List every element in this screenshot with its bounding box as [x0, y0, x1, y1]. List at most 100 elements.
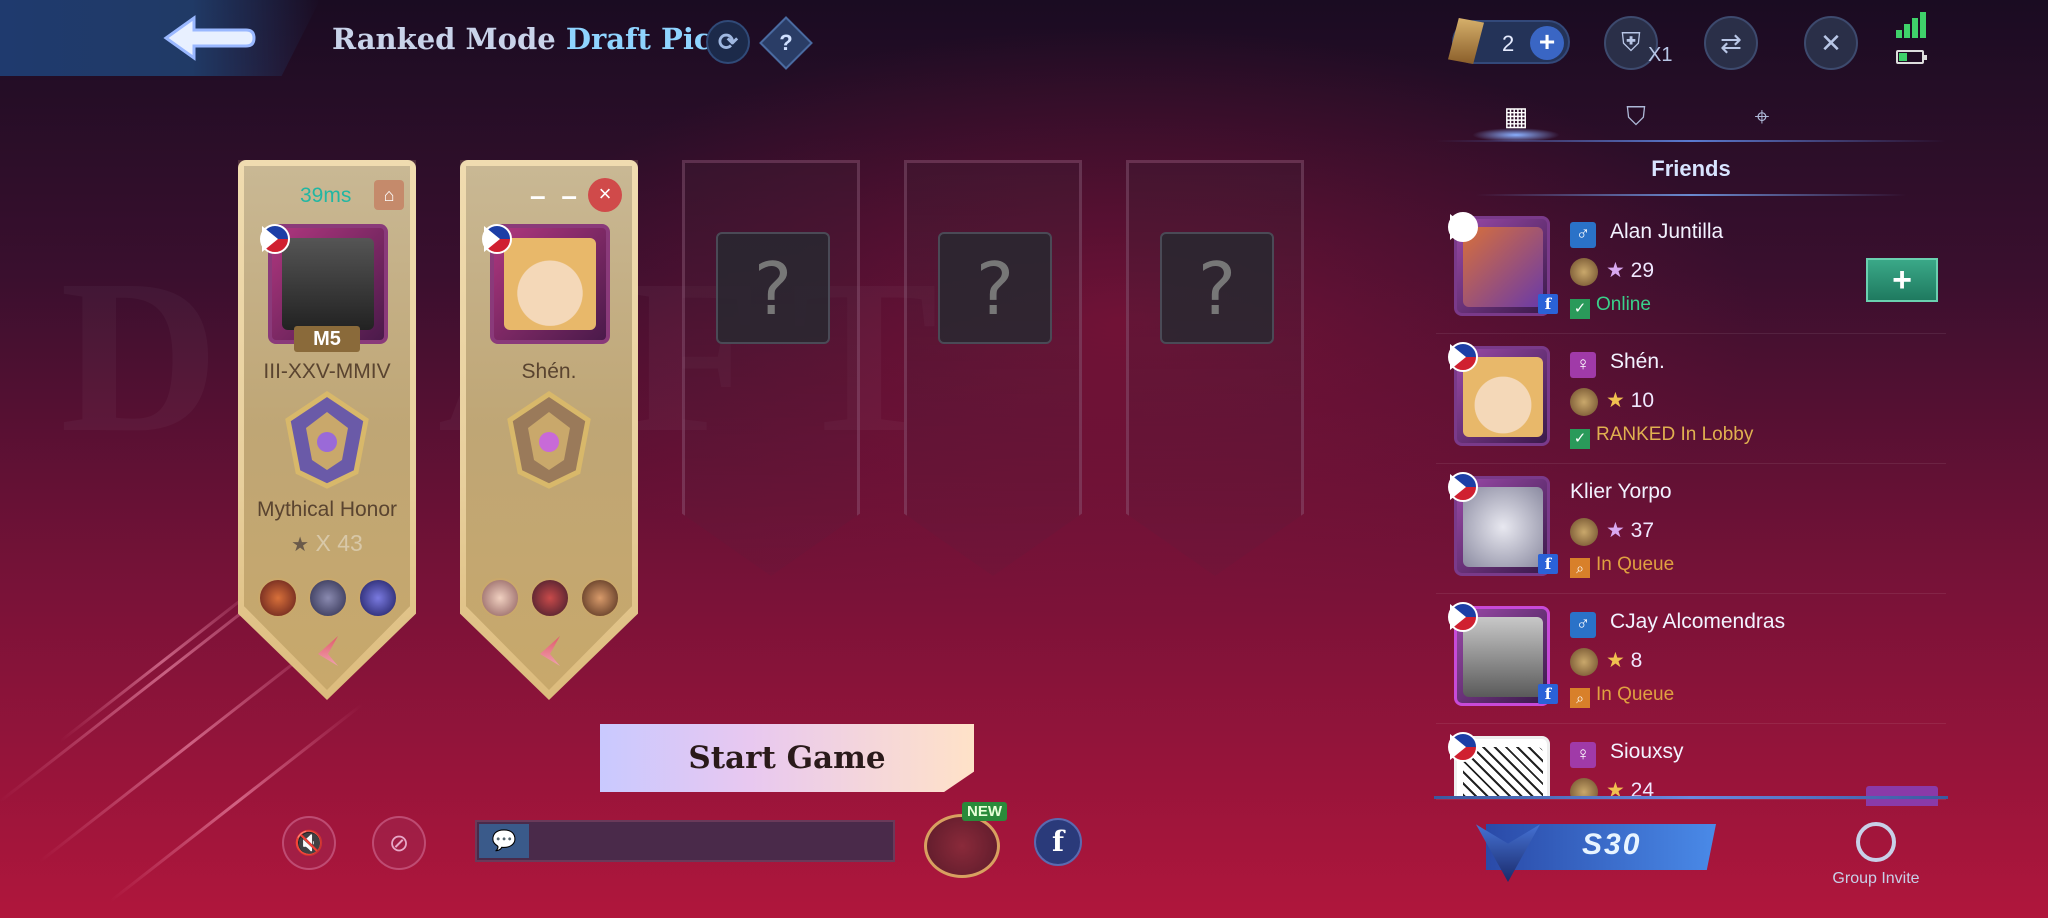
korea-flag-icon [1448, 212, 1478, 242]
star-count: X 43 [315, 530, 363, 556]
tab-guild-icon[interactable]: ⛉ [1616, 96, 1656, 136]
player-name: Shén. [521, 360, 577, 383]
card-swap-icon[interactable]: ⇄ [1704, 16, 1758, 70]
hero-icon [580, 578, 620, 618]
friend-name: Klier Yorpo [1570, 480, 1672, 503]
philippines-flag-icon [482, 224, 512, 254]
add-friend-button[interactable]: + [1866, 258, 1938, 302]
mythic-rank-emblem-icon [285, 390, 369, 489]
friend-status: ✓ Online [1570, 294, 1651, 319]
friends-title: Friends [1651, 156, 1731, 181]
hero-icon [530, 578, 570, 618]
kick-player-button[interactable]: × [588, 178, 622, 212]
season-label: S30 [1582, 828, 1642, 861]
friend-name: Shén. [1610, 350, 1665, 373]
refresh-icon[interactable]: ⟳ [706, 20, 750, 64]
group-invite-button[interactable]: Group Invite [1828, 822, 1924, 888]
philippines-flag-icon [260, 224, 290, 254]
mythic-rank-emblem-icon [507, 390, 591, 489]
friends-panel: ▦ ⛉ ⌖ Friends f ♂ Alan Juntilla ★ 29 ✓ On… [1436, 90, 1946, 800]
team-slot-2[interactable]: – – × Shén. [460, 160, 638, 700]
facebook-icon[interactable]: f [1034, 818, 1082, 866]
bg-stripe [109, 703, 364, 903]
bg-stripe [59, 580, 266, 743]
friend-status: ⌕ In Queue [1570, 684, 1674, 708]
philippines-flag-icon [1448, 732, 1478, 762]
invite-card-button[interactable] [924, 814, 1000, 878]
chat-input[interactable]: 💬 [475, 820, 895, 862]
help-icon[interactable]: ? [759, 16, 813, 70]
list-item[interactable]: f ♂ Alan Juntilla ★ 29 ✓ Online + [1436, 206, 1946, 334]
avatar-picture [1463, 227, 1543, 307]
empty-slot-icon: ? [1160, 232, 1274, 344]
empty-slot-icon: ? [716, 232, 830, 344]
hero-list [480, 578, 620, 618]
hero-icon [258, 578, 298, 618]
group-invite-icon [1856, 822, 1896, 862]
team-slot-5[interactable]: ? [1126, 160, 1304, 700]
start-game-button[interactable]: Start Game [600, 724, 974, 792]
rank-icon [1570, 648, 1598, 676]
male-icon: ♂ [1570, 222, 1596, 248]
list-item[interactable]: f ♂ CJay Alcomendras ★ 8 ⌕ In Queue [1436, 596, 1946, 724]
philippines-flag-icon [1448, 472, 1478, 502]
friend-status: ✓ RANKED In Lobby [1570, 424, 1753, 449]
new-badge: NEW [962, 802, 1007, 821]
mic-mute-icon[interactable]: ⊘ [372, 816, 426, 870]
back-arrow-icon [163, 15, 256, 61]
male-icon: ♂ [1570, 612, 1596, 638]
signal-icon [1896, 12, 1926, 38]
slot-card [682, 160, 860, 576]
ticket-icon [1448, 18, 1484, 64]
friend-stars: ★ 8 [1606, 649, 1643, 672]
list-item[interactable]: ♀ Shén. ★ 10 ✓ RANKED In Lobby [1436, 336, 1946, 464]
panel-tabs: ▦ ⛉ ⌖ [1436, 90, 1946, 142]
check-icon: ✓ [1570, 429, 1590, 449]
page-title: Ranked Mode Draft Pick [332, 22, 732, 56]
team-slot-3[interactable]: ? [682, 160, 860, 700]
chat-bubble-icon: 💬 [479, 824, 529, 858]
title-divider [1476, 194, 1906, 196]
rank-icon [1570, 258, 1598, 286]
friend-name: CJay Alcomendras [1610, 610, 1786, 633]
back-button[interactable] [0, 0, 320, 76]
battery-icon [1896, 50, 1927, 64]
friend-status: ⌕ In Queue [1570, 554, 1674, 578]
avatar-picture [1463, 357, 1543, 437]
player-name: III-XXV-MMIV [263, 360, 391, 383]
avatar-picture [1463, 617, 1543, 697]
multiplier-label: X1 [1648, 44, 1673, 66]
avatar-picture [282, 238, 374, 330]
philippines-flag-icon [1448, 342, 1478, 372]
facebook-icon: f [1538, 684, 1558, 704]
friend-stars: ★ 37 [1606, 519, 1655, 542]
friend-name: Siouxsy [1610, 740, 1684, 763]
female-icon: ♀ [1570, 352, 1596, 378]
facebook-icon: f [1538, 554, 1558, 574]
hero-icon [358, 578, 398, 618]
ping-label: – – [530, 180, 581, 211]
compress-icon[interactable]: ✕ [1804, 16, 1858, 70]
hero-icon [480, 578, 520, 618]
empty-slot-icon: ? [938, 232, 1052, 344]
team-slot-4[interactable]: ? [904, 160, 1082, 700]
mode-prefix: Ranked Mode [332, 22, 556, 56]
speaker-mute-icon[interactable]: 🔇 [282, 816, 336, 870]
rank-name: Mythical Honor [256, 498, 398, 521]
star-icon: ★ [291, 534, 310, 556]
check-icon: ✓ [1570, 299, 1590, 319]
team-slot-1[interactable]: 39ms ⌂ M5 III-XXV-MMIV Mythical Honor ★ … [238, 160, 416, 700]
ticket-counter[interactable]: 2 + [1448, 18, 1570, 64]
tabs-divider [1436, 140, 1946, 142]
ping-label: 39ms [300, 184, 352, 207]
avatar-picture [504, 238, 596, 330]
hero-icon [308, 578, 348, 618]
tab-location-icon[interactable]: ⌖ [1742, 96, 1782, 136]
female-icon: ♀ [1570, 742, 1596, 768]
hero-list [258, 578, 398, 618]
star-icon: ★ [1606, 259, 1625, 282]
home-icon: ⌂ [374, 180, 404, 210]
add-ticket-button[interactable]: + [1530, 26, 1564, 60]
slot-card [904, 160, 1082, 576]
list-item[interactable]: f Klier Yorpo ★ 37 ⌕ In Queue [1436, 466, 1946, 594]
